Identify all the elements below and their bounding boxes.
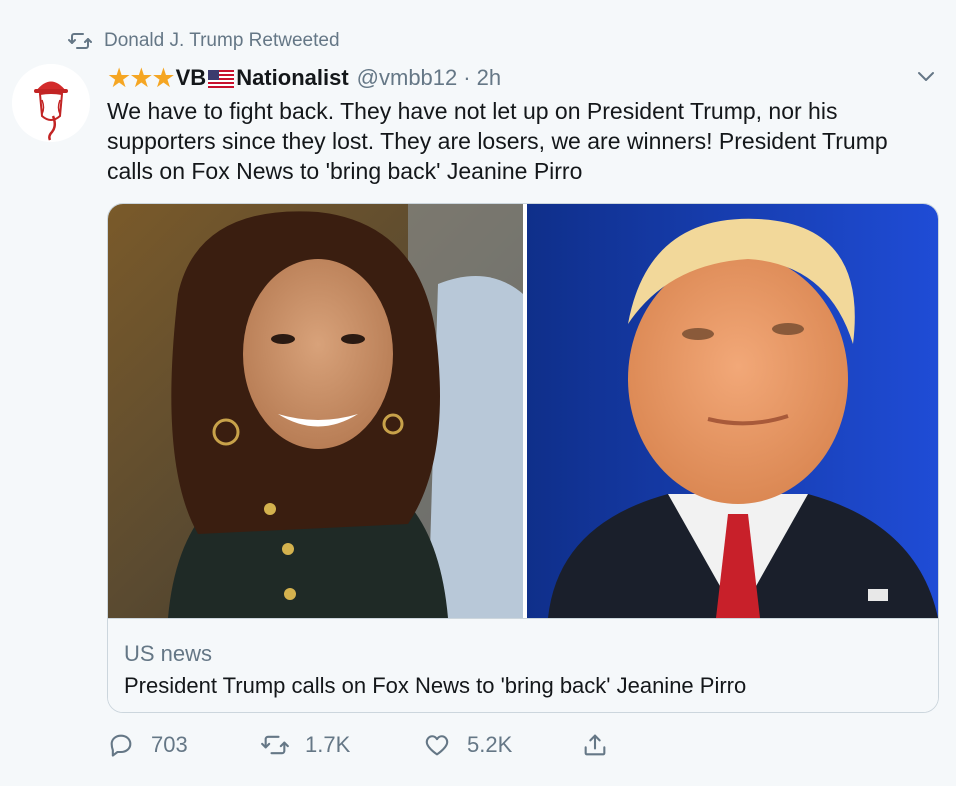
display-name-prefix: VB bbox=[175, 65, 207, 90]
avatar-image bbox=[12, 64, 90, 142]
retweet-icon bbox=[261, 735, 289, 755]
share-button[interactable] bbox=[581, 726, 609, 764]
tweet-header: ★★★ VB Nationalist @vmbb12 · 2h bbox=[107, 62, 938, 94]
retweet-count: 1.7K bbox=[305, 732, 351, 757]
display-name[interactable]: VB Nationalist bbox=[176, 65, 349, 91]
heart-icon bbox=[425, 735, 449, 756]
like-button[interactable]: 5.2K bbox=[423, 726, 512, 764]
separator-dot: · bbox=[463, 65, 471, 90]
card-image bbox=[108, 204, 938, 618]
reply-icon bbox=[110, 734, 132, 757]
retweet-icon bbox=[68, 33, 92, 49]
timestamp[interactable]: 2h bbox=[477, 65, 501, 91]
tweet-actions: 703 1.7K 5.2K bbox=[107, 726, 627, 764]
link-card[interactable]: US news President Trump calls on Fox New… bbox=[107, 203, 939, 713]
avatar[interactable] bbox=[12, 64, 90, 142]
like-count: 5.2K bbox=[467, 732, 513, 757]
card-title: President Trump calls on Fox News to 'br… bbox=[124, 673, 747, 698]
display-name-suffix: Nationalist bbox=[236, 65, 349, 90]
reply-button[interactable]: 703 bbox=[107, 726, 188, 764]
card-body: US news President Trump calls on Fox New… bbox=[108, 618, 938, 712]
tweet-text: We have to fight back. They have not let… bbox=[107, 98, 888, 184]
us-flag-icon bbox=[208, 70, 235, 89]
retweet-label: Donald J. Trump Retweeted bbox=[104, 30, 340, 51]
retweet-button[interactable]: 1.7K bbox=[261, 726, 350, 764]
reply-count: 703 bbox=[151, 732, 188, 757]
star-icons: ★★★ bbox=[107, 62, 176, 93]
share-icon bbox=[584, 734, 606, 756]
chevron-down-icon[interactable] bbox=[914, 64, 938, 88]
user-handle[interactable]: @vmbb12 bbox=[357, 65, 458, 91]
card-source: US news bbox=[124, 641, 213, 666]
retweet-context[interactable]: Donald J. Trump Retweeted bbox=[68, 28, 340, 54]
